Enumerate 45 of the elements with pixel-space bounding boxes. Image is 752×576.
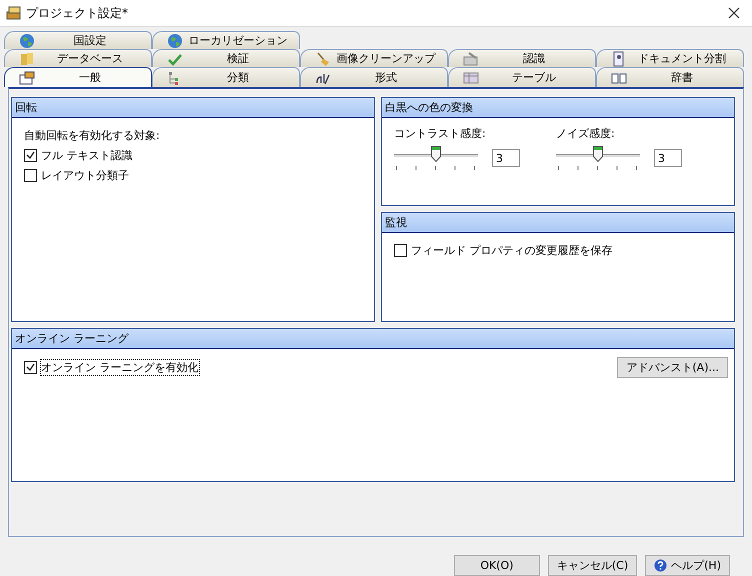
checkbox[interactable] bbox=[394, 244, 407, 257]
globe-icon bbox=[19, 32, 35, 48]
slider-label: ノイズ感度: bbox=[556, 126, 616, 141]
tab[interactable]: データベース bbox=[4, 49, 152, 67]
checkbox[interactable] bbox=[24, 361, 37, 374]
broom-icon bbox=[315, 50, 331, 66]
checkbox-label: オンライン ラーニングを有効化 bbox=[41, 360, 198, 375]
slider-thumb[interactable] bbox=[593, 146, 603, 162]
dialog-button[interactable]: キャンセル(C) bbox=[548, 555, 638, 576]
globe-icon bbox=[167, 32, 183, 48]
window-title: プロジェクト設定* bbox=[26, 4, 129, 22]
tab[interactable]: 認識 bbox=[448, 49, 596, 67]
rotation-prompt: 自動回転を有効化する対象: bbox=[24, 128, 161, 143]
tab[interactable]: 一般 bbox=[4, 67, 152, 87]
group-header: オンライン ラーニング bbox=[12, 329, 734, 349]
tab[interactable]: 分類 bbox=[152, 67, 300, 87]
app-icon bbox=[6, 6, 22, 20]
tab[interactable]: 画像クリーンアップ bbox=[300, 49, 448, 67]
checkbox-label: レイアウト分類子 bbox=[41, 168, 129, 183]
help-button[interactable]: ヘルプ(H) bbox=[645, 555, 730, 576]
checkbox-label: フル テキスト認識 bbox=[41, 148, 132, 163]
checkbox-label: フィールド プロパティの変更履歴を保存 bbox=[411, 243, 612, 258]
dialog-button[interactable]: OK(O) bbox=[454, 555, 540, 576]
tab[interactable]: 形式 bbox=[300, 67, 448, 87]
slider[interactable] bbox=[556, 145, 640, 171]
tab[interactable]: ローカリゼーション bbox=[152, 31, 300, 49]
tab[interactable]: ドキュメント分割 bbox=[596, 49, 744, 67]
help-icon bbox=[654, 559, 668, 572]
tab[interactable]: テーブル bbox=[448, 67, 596, 87]
group-header: 白黒への色の変換 bbox=[382, 98, 734, 118]
advanced-button[interactable]: アドバンスト(A)... bbox=[617, 357, 728, 378]
slider-thumb[interactable] bbox=[431, 146, 441, 162]
group-header: 監視 bbox=[382, 213, 734, 233]
value-field[interactable]: 3 bbox=[654, 149, 682, 167]
slider-label: コントラスト感度: bbox=[394, 126, 487, 141]
db-icon bbox=[19, 50, 35, 66]
group-header: 回転 bbox=[12, 98, 374, 118]
table-icon bbox=[463, 70, 479, 86]
tab[interactable]: 検証 bbox=[152, 49, 300, 67]
tab[interactable]: 国設定 bbox=[4, 31, 152, 49]
slider[interactable] bbox=[394, 145, 478, 171]
value-field[interactable]: 3 bbox=[492, 149, 520, 167]
checkbox[interactable] bbox=[24, 169, 37, 182]
tab[interactable]: 辞書 bbox=[596, 67, 744, 87]
checkbox[interactable] bbox=[24, 149, 37, 162]
